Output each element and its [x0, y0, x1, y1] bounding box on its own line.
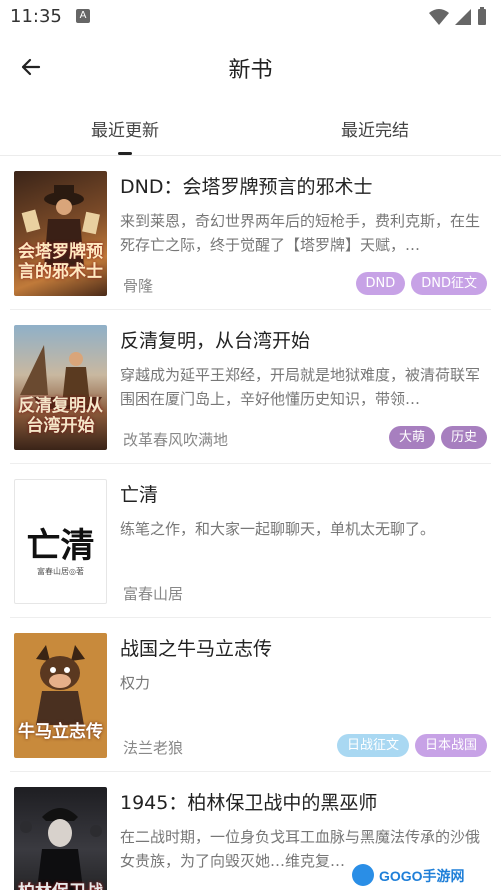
tag-group: DND DND征文	[355, 272, 487, 295]
book-description: 来到莱恩，奇幻世界两年后的短枪手，费利克斯，在生死存亡之际，终于觉醒了【塔罗牌】…	[120, 212, 481, 254]
book-title: 亡清	[120, 484, 159, 506]
book-title: 反清复明，从台湾开始	[120, 330, 311, 352]
watermark: GOGO手游网	[349, 860, 499, 890]
book-title: 战国之牛马立志传	[120, 638, 273, 660]
book-cover[interactable]: 亡清 富春山居◎著	[14, 479, 107, 604]
tag[interactable]: DND征文	[411, 272, 487, 295]
book-list-item[interactable]: 亡清 富春山居◎著 亡清 练笔之作，和大家一起聊聊天，单机太无聊了。 富春山居	[0, 464, 501, 618]
tab-bar: 最近更新 最近完结	[0, 100, 501, 156]
tag[interactable]: 大萌	[388, 426, 435, 449]
tab-recently-completed[interactable]: 最近完结	[250, 116, 500, 141]
tab-indicator	[118, 152, 132, 155]
cover-art	[20, 808, 102, 890]
book-list-item[interactable]: 反清复明从台湾开始 反清复明，从台湾开始 穿越成为延平王郑经，开局就是地狱难度，…	[0, 310, 501, 464]
watermark-text: GOGO手游网	[379, 868, 465, 884]
book-title: DND：会塔罗牌预言的邪术士	[120, 176, 373, 198]
tag-group: 大萌 历史	[388, 426, 487, 449]
book-cover[interactable]: 反清复明从台湾开始	[14, 325, 107, 450]
status-icons	[429, 7, 486, 25]
cover-title: 会塔罗牌预言的邪术士	[18, 242, 103, 282]
cover-title: 亡清	[26, 526, 95, 566]
cover-title: 反清复明从台湾开始	[18, 396, 103, 436]
tag[interactable]: DND	[355, 272, 406, 295]
book-list-item[interactable]: 牛马立志传 战国之牛马立志传 权力 法兰老狼 日战征文 日本战国	[0, 618, 501, 772]
tag[interactable]: 历史	[440, 426, 487, 449]
book-author[interactable]: 富春山居	[123, 583, 183, 604]
signal-icon	[455, 9, 471, 25]
book-cover[interactable]: 会塔罗牌预言的邪术士	[14, 171, 107, 296]
book-description: 穿越成为延平王郑经，开局就是地狱难度，被清荷联军围困在厦门岛上，辛好他懂历史知识…	[120, 366, 481, 408]
notification-icon: A	[76, 9, 90, 23]
cover-title: 牛马立志传	[18, 722, 103, 742]
tag-group: 日战征文 日本战国	[336, 734, 487, 757]
book-cover[interactable]: 柏林保卫战	[14, 787, 107, 890]
book-author[interactable]: 改革春风吹满地	[123, 429, 228, 450]
status-time: 11:35	[10, 6, 62, 27]
tag[interactable]: 日本战国	[414, 734, 487, 757]
book-author[interactable]: 骨隆	[123, 275, 153, 296]
tab-recent-updates[interactable]: 最近更新	[0, 116, 250, 141]
battery-icon	[478, 9, 486, 25]
book-description: 权力	[120, 674, 151, 692]
tag[interactable]: 日战征文	[336, 734, 409, 757]
book-list-item[interactable]: 会塔罗牌预言的邪术士 DND：会塔罗牌预言的邪术士 来到莱恩，奇幻世界两年后的短…	[0, 156, 501, 310]
cover-title: 柏林保卫战	[18, 882, 103, 890]
book-title: 1945：柏林保卫战中的黑巫师	[120, 792, 378, 814]
book-author[interactable]: 法兰老狼	[123, 737, 183, 758]
book-list[interactable]: 会塔罗牌预言的邪术士 DND：会塔罗牌预言的邪术士 来到莱恩，奇幻世界两年后的短…	[0, 156, 501, 890]
wifi-icon	[429, 9, 449, 25]
book-description: 练笔之作，和大家一起聊聊天，单机太无聊了。	[120, 520, 436, 538]
status-bar: 11:35 A	[0, 0, 501, 34]
watermark-logo: GOGO手游网	[352, 864, 465, 886]
cover-subtitle: 富春山居◎著	[37, 567, 84, 576]
app-bar: 新书	[0, 34, 501, 100]
book-cover[interactable]: 牛马立志传	[14, 633, 107, 758]
page-title: 新书	[228, 58, 273, 83]
